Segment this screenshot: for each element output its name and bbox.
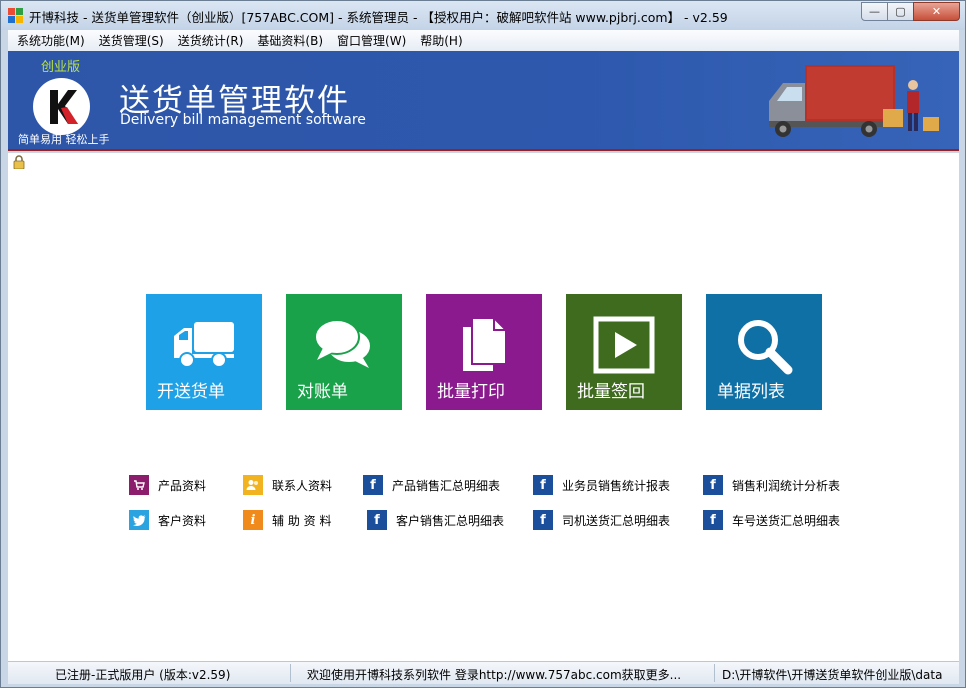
link-label: 辅 助 资 料 [272, 513, 332, 528]
menu-basic-data[interactable]: 基础资料(B) [250, 32, 330, 49]
link-label: 联系人资料 [272, 478, 333, 493]
menu-system[interactable]: 系统功能(M) [10, 32, 92, 49]
app-window: 开博科技 - 送货单管理软件（创业版）[757ABC.COM] - 系统管理员 … [0, 0, 966, 688]
status-registration: 已注册-正式版用户 (版本:v2.59) [55, 668, 231, 682]
f-icon: f [703, 475, 723, 495]
play-icon [593, 316, 655, 374]
copy-icon [461, 317, 507, 373]
link-customer-data[interactable]: 客户资料 [129, 510, 206, 530]
link-contact-data[interactable]: 联系人资料 [243, 475, 332, 495]
brand-subtitle: Delivery bill management software [120, 112, 366, 128]
tile-label: 单据列表 [717, 382, 785, 402]
link-product-data[interactable]: 产品资料 [129, 475, 206, 495]
link-driver-delivery-summary[interactable]: f 司机送货汇总明细表 [533, 510, 670, 530]
window-title: 开博科技 - 送货单管理软件（创业版）[757ABC.COM] - 系统管理员 … [29, 10, 728, 25]
link-label: 业务员销售统计报表 [562, 478, 671, 493]
link-label: 产品资料 [158, 478, 207, 493]
link-label: 客户销售汇总明细表 [396, 513, 505, 528]
tile-statement[interactable]: 对账单 [286, 294, 402, 410]
tile-label: 开送货单 [157, 382, 225, 402]
tile-label: 批量签回 [577, 382, 645, 402]
f-icon: f [533, 510, 553, 530]
link-label: 车号送货汇总明细表 [732, 513, 841, 528]
link-profit-analysis[interactable]: f 销售利润统计分析表 [703, 475, 840, 495]
window-controls: — ▢ ✕ [861, 2, 960, 21]
menu-help[interactable]: 帮助(H) [413, 32, 469, 49]
f-icon: f [533, 475, 553, 495]
tile-label: 批量打印 [437, 382, 505, 402]
chat-icon [314, 319, 372, 368]
edition-label: 创业版 [41, 60, 81, 75]
info-icon: i [243, 510, 263, 530]
link-label: 司机送货汇总明细表 [562, 513, 671, 528]
link-label: 客户资料 [158, 513, 207, 528]
tile-label: 对账单 [297, 382, 348, 402]
status-bar: 已注册-正式版用户 (版本:v2.59) 欢迎使用开博科技系列软件 登录http… [8, 661, 959, 684]
logo-icon [33, 78, 90, 135]
delivery-truck-illustration [769, 65, 939, 137]
f-icon: f [367, 510, 387, 530]
f-icon: f [363, 475, 383, 495]
close-button[interactable]: ✕ [913, 2, 960, 21]
contacts-icon [243, 475, 263, 495]
status-divider [290, 664, 291, 682]
slogan: 简单易用 轻松上手 [18, 133, 110, 146]
banner: 创业版 简单易用 轻松上手 送货单管理软件 Delivery bill mana… [8, 51, 959, 151]
truck-icon [174, 322, 234, 368]
tile-batch-signback[interactable]: 批量签回 [566, 294, 682, 410]
bird-icon [129, 510, 149, 530]
search-icon [738, 320, 793, 375]
menu-bar: 系统功能(M) 送货管理(S) 送货统计(R) 基础资料(B) 窗口管理(W) … [8, 30, 959, 51]
link-salesperson-report[interactable]: f 业务员销售统计报表 [533, 475, 670, 495]
link-auxiliary-data[interactable]: i 辅 助 资 料 [243, 510, 331, 530]
status-divider [714, 664, 715, 682]
cart-icon [129, 475, 149, 495]
lock-icon[interactable] [13, 155, 25, 169]
status-welcome: 欢迎使用开博科技系列软件 登录http://www.757abc.com获取更多… [307, 668, 682, 682]
f-icon: f [703, 510, 723, 530]
link-label: 销售利润统计分析表 [732, 478, 841, 493]
maximize-button[interactable]: ▢ [887, 2, 914, 21]
app-icon [8, 8, 23, 23]
menu-window[interactable]: 窗口管理(W) [330, 32, 413, 49]
title-bar[interactable]: 开博科技 - 送货单管理软件（创业版）[757ABC.COM] - 系统管理员 … [1, 1, 965, 30]
status-path: D:\开博软件\开博送货单软件创业版\data [722, 668, 943, 682]
link-customer-sales-summary[interactable]: f 客户销售汇总明细表 [367, 510, 504, 530]
tile-new-delivery[interactable]: 开送货单 [146, 294, 262, 410]
link-product-sales-summary[interactable]: f 产品销售汇总明细表 [363, 475, 500, 495]
link-label: 产品销售汇总明细表 [392, 478, 501, 493]
menu-statistics[interactable]: 送货统计(R) [171, 32, 251, 49]
main-content: 开送货单 对账单 批量打印 批量签回 单据列表 产品资料 联系人资料 f 产品销… [8, 153, 959, 661]
menu-delivery[interactable]: 送货管理(S) [92, 32, 171, 49]
tile-batch-print[interactable]: 批量打印 [426, 294, 542, 410]
link-vehicle-delivery-summary[interactable]: f 车号送货汇总明细表 [703, 510, 840, 530]
tile-document-list[interactable]: 单据列表 [706, 294, 822, 410]
minimize-button[interactable]: — [861, 2, 888, 21]
